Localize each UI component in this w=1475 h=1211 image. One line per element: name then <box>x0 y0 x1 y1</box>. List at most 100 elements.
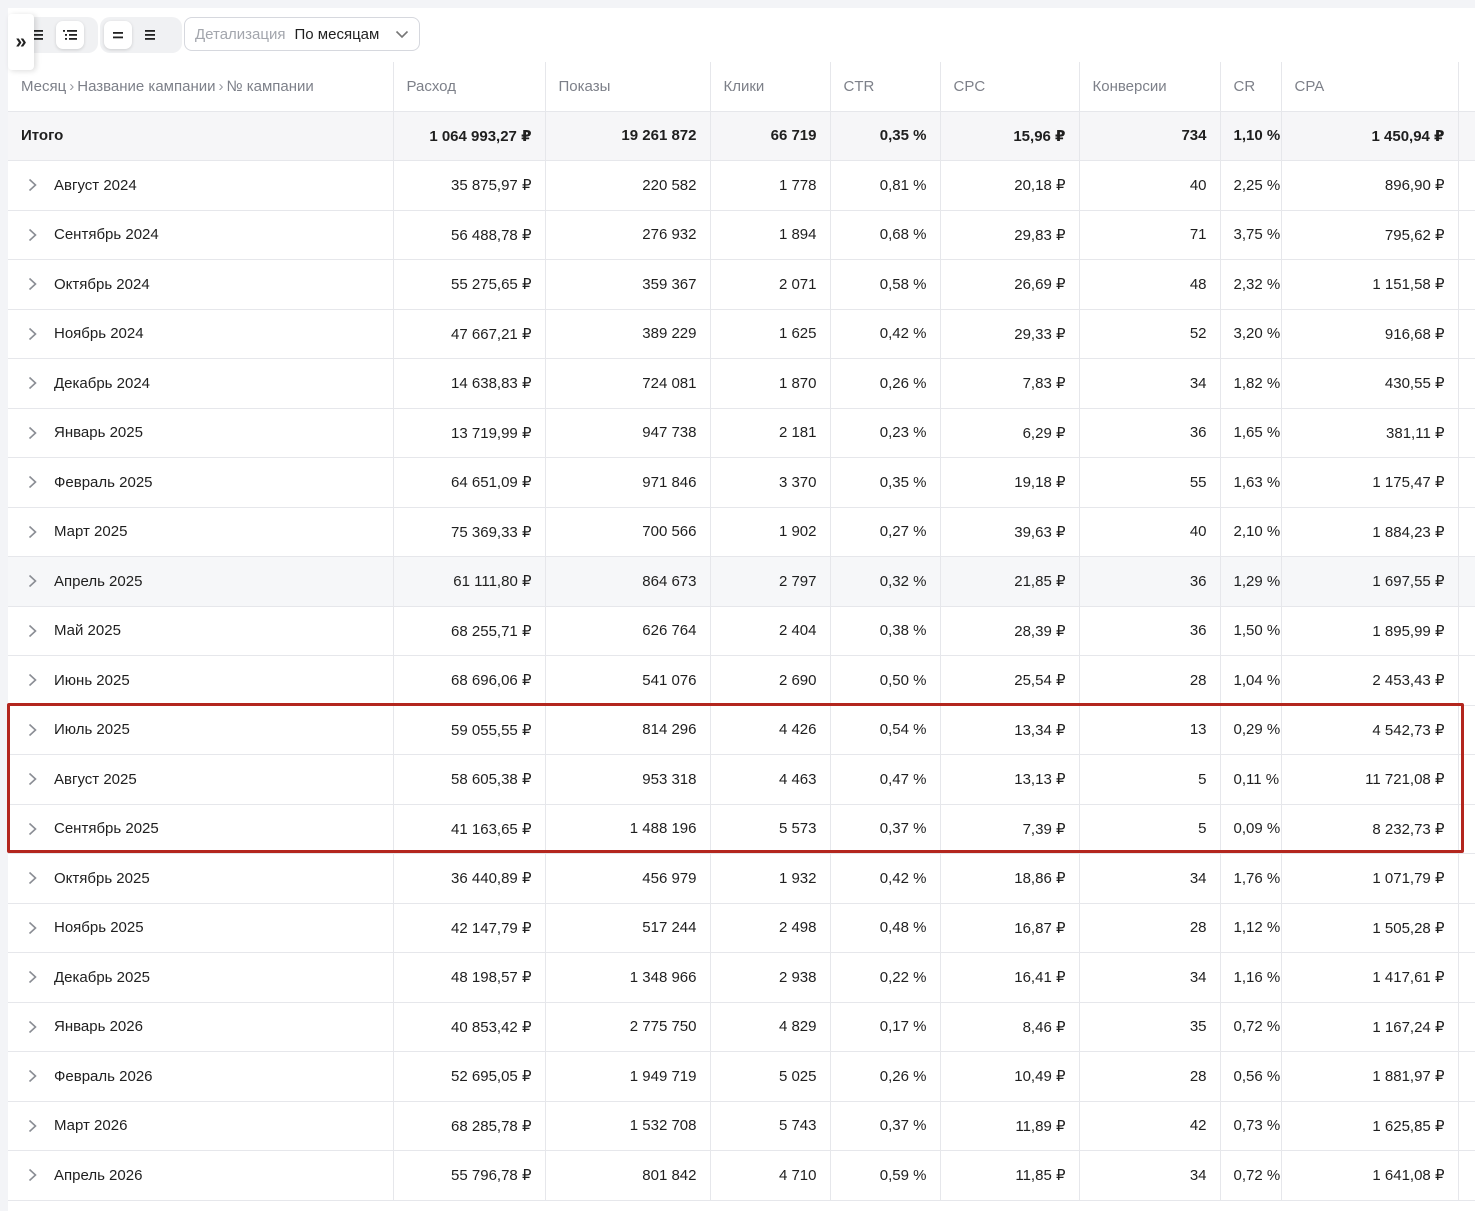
row-label-text: Октябрь 2025 <box>54 869 150 887</box>
row-label-cell[interactable]: Апрель 2026 <box>8 1150 394 1201</box>
row-label-cell[interactable]: Ноябрь 2025 <box>8 903 394 953</box>
chevron-right-icon[interactable] <box>20 1119 44 1133</box>
row-label-cell[interactable]: Февраль 2025 <box>8 457 394 508</box>
row-label-cell[interactable]: Август 2025 <box>8 754 394 805</box>
table-cell: 8,46 ₽ <box>940 1002 1080 1052</box>
detalization-select[interactable]: Детализация По месяцам <box>184 17 420 51</box>
row-label-cell[interactable]: Январь 2026 <box>8 1002 394 1052</box>
table-row[interactable]: Сентябрь 2024 56 488,78 ₽276 932 1 894 0,68… <box>8 210 1475 260</box>
row-label-cell[interactable]: Сентябрь 2025 <box>8 804 394 854</box>
row-label-cell[interactable]: Апрель 2025 <box>8 556 394 607</box>
chevron-right-icon[interactable] <box>20 822 44 836</box>
row-label-cell[interactable]: Декабрь 2024 <box>8 358 394 409</box>
row-label-cell[interactable]: Ноябрь 2024 <box>8 309 394 359</box>
table-row[interactable]: Декабрь 2024 14 638,83 ₽724 081 1 870 0,26 … <box>8 358 1475 409</box>
row-label-cell[interactable]: Октябрь 2025 <box>8 853 394 904</box>
chevron-right-icon[interactable] <box>20 1020 44 1034</box>
row-label-cell[interactable]: Март 2026 <box>8 1101 394 1151</box>
table-cell: 36 <box>1079 408 1221 458</box>
chevron-right-icon[interactable] <box>20 673 44 687</box>
column-header-cpa[interactable]: CPA <box>1281 62 1459 112</box>
table-row[interactable]: Август 2025 58 605,38 ₽953 318 4 463 0,47 %… <box>8 754 1475 805</box>
table-cell: 0,29 % <box>1220 705 1282 755</box>
table-row[interactable]: Ноябрь 2024 47 667,21 ₽389 229 1 625 0,42 %… <box>8 309 1475 359</box>
table-cell: 0,56 % <box>1220 1051 1282 1102</box>
chevron-right-icon[interactable] <box>20 228 44 242</box>
chevron-right-icon[interactable] <box>20 921 44 935</box>
density-comfortable[interactable] <box>136 21 164 49</box>
chevron-right-icon[interactable] <box>20 723 44 737</box>
table-cell: 2 775 750 <box>545 1002 711 1052</box>
chevron-down-icon <box>395 30 409 39</box>
row-label-cell[interactable]: Январь 2025 <box>8 408 394 458</box>
column-header-cr[interactable]: CR <box>1220 62 1282 112</box>
chevron-right-icon[interactable] <box>20 772 44 786</box>
table-row[interactable]: Апрель 2026 55 796,78 ₽801 842 4 710 0,59 %… <box>8 1150 1475 1201</box>
table-row[interactable]: Январь 2025 13 719,99 ₽947 738 2 181 0,23 %… <box>8 408 1475 458</box>
row-label-cell[interactable]: Август 2024 <box>8 160 394 211</box>
table-row[interactable]: Сентябрь 2025 41 163,65 ₽1 488 196 5 573 0,… <box>8 804 1475 854</box>
column-header-ctr[interactable]: CTR <box>830 62 941 112</box>
overflow-cell <box>1458 259 1475 310</box>
chevron-right-icon[interactable] <box>20 871 44 885</box>
density-compact[interactable] <box>104 21 132 49</box>
table-cell: 34 <box>1079 853 1221 904</box>
table-row[interactable]: Февраль 2026 52 695,05 ₽1 949 719 5 025 0,2… <box>8 1051 1475 1102</box>
table-row[interactable]: Март 2025 75 369,33 ₽700 566 1 902 0,27 % 39… <box>8 507 1475 557</box>
chevron-right-icon[interactable] <box>20 970 44 984</box>
row-label-cell[interactable]: Май 2025 <box>8 606 394 656</box>
chevron-right-icon[interactable] <box>20 1168 44 1182</box>
table-cell: 0,26 % <box>830 358 941 409</box>
table-cell: 36 440,89 ₽ <box>393 853 546 904</box>
column-header-overflow <box>1458 62 1475 112</box>
table-row[interactable]: Январь 2026 40 853,42 ₽2 775 750 4 829 0,17… <box>8 1002 1475 1052</box>
chevron-right-icon[interactable] <box>20 426 44 440</box>
chevron-right-icon[interactable] <box>20 525 44 539</box>
chevron-right-icon[interactable] <box>20 574 44 588</box>
table-row[interactable]: Апрель 2025 61 111,80 ₽864 673 2 797 0,32 %… <box>8 556 1475 607</box>
chevron-right-icon[interactable] <box>20 376 44 390</box>
row-label-cell[interactable]: Февраль 2026 <box>8 1051 394 1102</box>
row-label-cell[interactable]: Июнь 2025 <box>8 655 394 706</box>
table-row[interactable]: Июнь 2025 68 696,06 ₽541 076 2 690 0,50 % 25… <box>8 655 1475 706</box>
chevron-right-icon[interactable] <box>20 624 44 638</box>
table-cell: 3,75 % <box>1220 210 1282 260</box>
row-label-cell[interactable]: Октябрь 2024 <box>8 259 394 310</box>
chevron-right-icon[interactable] <box>20 1069 44 1083</box>
table-row[interactable]: Октябрь 2024 55 275,65 ₽359 367 2 071 0,58 … <box>8 259 1475 310</box>
table-cell: 2 071 <box>710 259 831 310</box>
table-cell: 1,76 % <box>1220 853 1282 904</box>
table-row[interactable]: Ноябрь 2025 42 147,79 ₽517 244 2 498 0,48 %… <box>8 903 1475 953</box>
column-header-impressions[interactable]: Показы <box>545 62 711 112</box>
row-label-cell[interactable]: Сентябрь 2024 <box>8 210 394 260</box>
table-row[interactable]: Август 2024 35 875,97 ₽220 582 1 778 0,81 %… <box>8 160 1475 211</box>
breadcrumb-item[interactable]: Месяц <box>21 78 66 95</box>
table-row[interactable]: Июль 2025 59 055,55 ₽814 296 4 426 0,54 % 13… <box>8 705 1475 755</box>
table-row[interactable]: Декабрь 2025 48 198,57 ₽1 348 966 2 938 0,2… <box>8 952 1475 1003</box>
breadcrumb-item[interactable]: Название кампании <box>77 78 215 95</box>
column-header-conversions[interactable]: Конверсии <box>1079 62 1221 112</box>
table-row[interactable]: Март 2026 68 285,78 ₽1 532 708 5 743 0,37 %… <box>8 1101 1475 1151</box>
table-row[interactable]: Май 2025 68 255,71 ₽626 764 2 404 0,38 % 28,… <box>8 606 1475 656</box>
column-header-cpc[interactable]: CPC <box>940 62 1080 112</box>
chevron-right-icon[interactable] <box>20 475 44 489</box>
chevron-right-icon[interactable] <box>20 178 44 192</box>
table-row[interactable]: Октябрь 2025 36 440,89 ₽456 979 1 932 0,42 … <box>8 853 1475 904</box>
table-cell: 4 463 <box>710 754 831 805</box>
expand-sidebar-button[interactable]: » <box>8 14 34 70</box>
table-cell: 11,89 ₽ <box>940 1101 1080 1151</box>
breadcrumb-item[interactable]: № кампании <box>227 78 314 95</box>
column-header-cost[interactable]: Расход <box>393 62 546 112</box>
view-mode-detailed[interactable] <box>56 21 84 49</box>
breadcrumb[interactable]: Месяц › Название кампании › № кампании <box>8 62 394 112</box>
table-row[interactable]: Февраль 2025 64 651,09 ₽971 846 3 370 0,35 … <box>8 457 1475 508</box>
column-header-clicks[interactable]: Клики <box>710 62 831 112</box>
row-label-cell[interactable]: Декабрь 2025 <box>8 952 394 1003</box>
table-cell: 68 696,06 ₽ <box>393 655 546 706</box>
chevron-right-icon[interactable] <box>20 327 44 341</box>
table-cell: 4 426 <box>710 705 831 755</box>
detalization-value: По месяцам <box>294 25 380 43</box>
row-label-cell[interactable]: Март 2025 <box>8 507 394 557</box>
row-label-cell[interactable]: Июль 2025 <box>8 705 394 755</box>
chevron-right-icon[interactable] <box>20 277 44 291</box>
